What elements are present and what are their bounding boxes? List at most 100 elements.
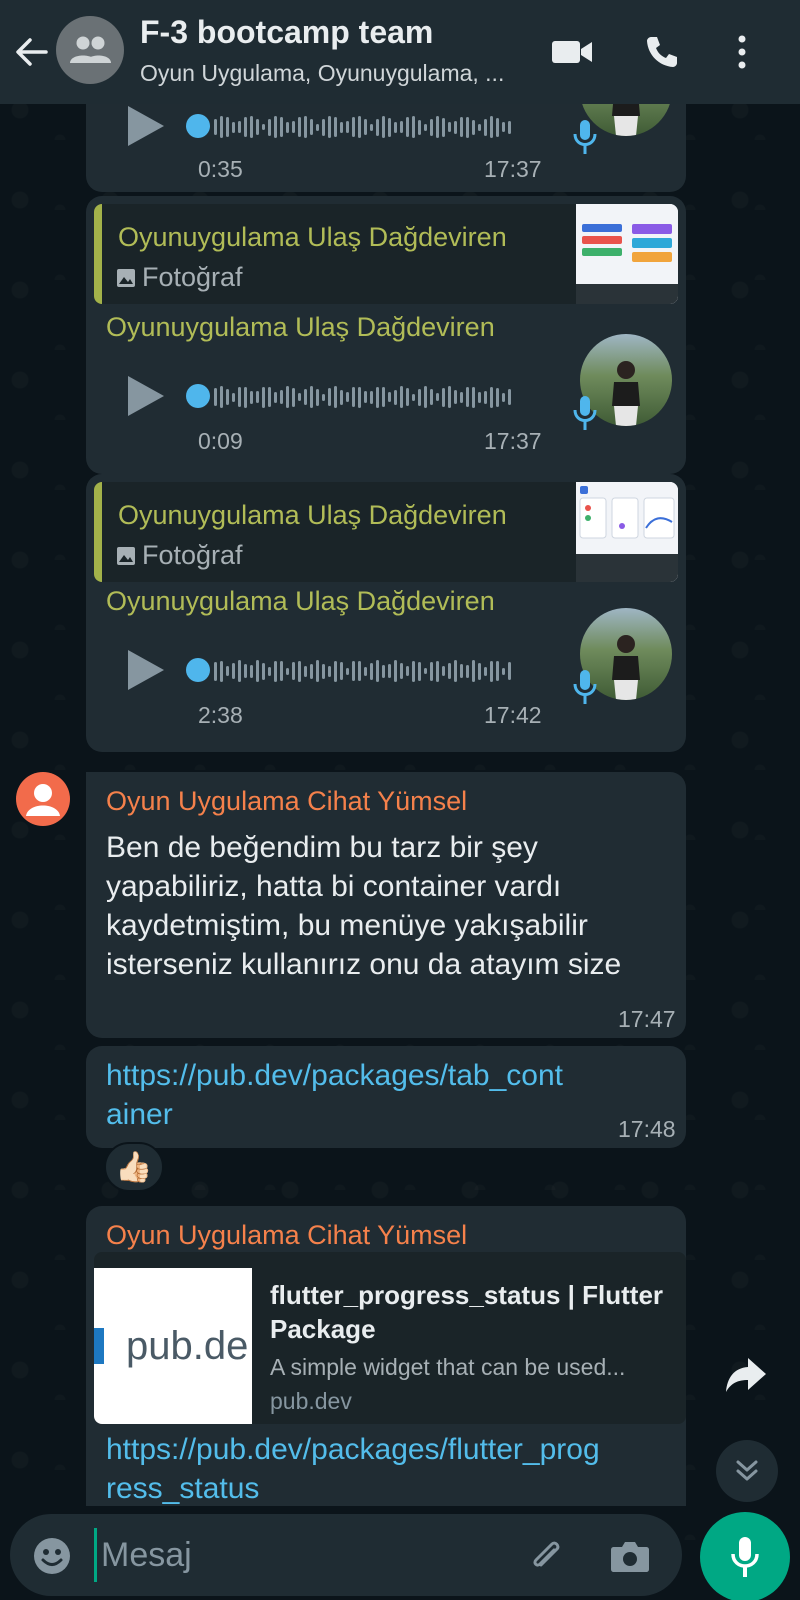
waveform-bar	[448, 386, 451, 408]
play-icon[interactable]	[126, 104, 166, 148]
waveform-bar	[364, 666, 367, 676]
waveform-bar	[382, 116, 385, 138]
waveform-bar	[298, 117, 301, 137]
text-message[interactable]: Oyun Uygulama Cihat Yümsel Ben de beğend…	[86, 772, 686, 1038]
play-icon[interactable]	[126, 648, 166, 692]
waveform-bar	[238, 121, 241, 133]
waveform-bar	[232, 392, 235, 402]
waveform-bar	[250, 390, 253, 404]
waveform-bar	[472, 119, 475, 135]
waveform-bar	[412, 116, 415, 138]
camera-icon[interactable]	[608, 1534, 652, 1578]
emoji-icon[interactable]	[30, 1534, 74, 1578]
playback-position[interactable]	[186, 114, 210, 138]
link-preview[interactable]: pub.de flutter_progress_status | Flutter…	[94, 1252, 686, 1424]
voice-message[interactable]: Oyunuygulama Ulaş Dağdeviren Fotoğraf Oy…	[86, 474, 686, 752]
waveform-bar	[346, 392, 349, 402]
quote-type-label: Fotoğraf	[142, 540, 243, 570]
waveform-bar	[322, 393, 325, 401]
sender-name[interactable]: Oyunuygulama Ulaş Dağdeviren	[106, 312, 495, 343]
group-avatar[interactable]	[56, 16, 124, 84]
phone-icon[interactable]	[640, 30, 684, 74]
waveform-bar	[244, 117, 247, 137]
waveform-bar	[406, 388, 409, 406]
waveform-bar	[370, 662, 373, 680]
quoted-message[interactable]: Oyunuygulama Ulaş Dağdeviren Fotoğraf	[94, 482, 678, 582]
waveform-bar	[286, 667, 289, 675]
waveform-bar	[358, 386, 361, 408]
message-text: Ben de beğendim bu tarz bir şey yapabili…	[106, 831, 622, 981]
voice-record-button[interactable]	[700, 1512, 790, 1600]
waveform-bar	[304, 665, 307, 677]
waveform-bar	[220, 660, 223, 682]
waveform-bar	[442, 387, 445, 407]
waveform-bar	[364, 119, 367, 135]
sender-name[interactable]: Oyunuygulama Ulaş Dağdeviren	[106, 586, 495, 617]
waveform-bar	[430, 661, 433, 681]
waveform-bar	[406, 117, 409, 137]
voice-message[interactable]: Oyunuygulama Ulaş Dağdeviren Fotoğraf Oy…	[86, 196, 686, 474]
quote-sender: Oyunuygulama Ulaş Dağdeviren	[118, 222, 507, 252]
playback-position[interactable]	[186, 384, 210, 408]
chat-title[interactable]: F-3 bootcamp team	[140, 14, 433, 51]
waveform-bar	[400, 663, 403, 679]
waveform-bar	[358, 116, 361, 138]
video-call-icon[interactable]	[550, 30, 594, 74]
message-link[interactable]: https://pub.dev/packages/tab_container	[106, 1056, 576, 1134]
quote-sender: Oyunuygulama Ulaş Dağdeviren	[118, 500, 507, 530]
waveform-bar	[502, 392, 505, 402]
quote-type: Fotoğraf	[116, 262, 243, 293]
waveform-bar	[490, 660, 493, 682]
waveform[interactable]	[214, 112, 511, 142]
waveform-bar	[304, 116, 307, 138]
waveform[interactable]	[214, 656, 511, 686]
waveform-bar	[256, 391, 259, 403]
waveform-bar	[298, 660, 301, 682]
waveform-bar	[274, 116, 277, 138]
chat-subtitle[interactable]: Oyun Uygulama, Oyunuygulama, ...	[140, 60, 504, 87]
link-message[interactable]: https://pub.dev/packages/tab_container 1…	[86, 1046, 686, 1148]
quoted-message[interactable]: Oyunuygulama Ulaş Dağdeviren Fotoğraf	[94, 204, 678, 304]
playback-position[interactable]	[186, 658, 210, 682]
waveform-bar	[496, 117, 499, 137]
waveform-bar	[412, 393, 415, 401]
quote-type: Fotoğraf	[116, 540, 243, 571]
waveform-bar	[310, 663, 313, 679]
play-icon[interactable]	[126, 374, 166, 418]
waveform-bar	[424, 668, 427, 674]
back-arrow-icon[interactable]	[12, 32, 52, 72]
mic-icon	[731, 1537, 759, 1577]
waveform-bar	[430, 389, 433, 405]
waveform-bar	[280, 661, 283, 681]
waveform-bar	[226, 117, 229, 137]
waveform-bar	[436, 660, 439, 682]
quote-type-label: Fotoğraf	[142, 262, 243, 292]
reaction-badge[interactable]: 👍🏻	[104, 1142, 164, 1192]
waveform-bar	[370, 390, 373, 404]
message-link[interactable]: https://pub.dev/packages/flutter_progres…	[106, 1430, 606, 1508]
waveform-bar	[244, 386, 247, 408]
waveform-bar	[220, 386, 223, 408]
message-time: 17:47	[618, 1006, 676, 1032]
quote-thumbnail	[576, 204, 678, 304]
waveform[interactable]	[214, 382, 511, 412]
quote-thumbnail	[576, 482, 678, 582]
waveform-bar	[394, 121, 397, 133]
waveform-bar	[220, 116, 223, 138]
mic-icon	[572, 668, 598, 706]
waveform-bar	[382, 387, 385, 407]
waveform-bar	[400, 386, 403, 408]
chat-header: F-3 bootcamp team Oyun Uygulama, Oyunuyg…	[0, 0, 800, 104]
link-preview-domain: pub.dev	[270, 1388, 352, 1414]
scroll-to-bottom-button[interactable]	[716, 1440, 778, 1502]
waveform-bar	[322, 663, 325, 679]
sender-name[interactable]: Oyun Uygulama Cihat Yümsel	[106, 1220, 467, 1251]
sender-name[interactable]: Oyun Uygulama Cihat Yümsel	[106, 786, 467, 817]
attach-icon[interactable]	[524, 1534, 568, 1578]
waveform-bar	[388, 117, 391, 137]
more-vert-icon[interactable]	[720, 30, 764, 74]
sender-avatar[interactable]	[16, 772, 70, 826]
forward-icon[interactable]	[722, 1350, 770, 1398]
message-input[interactable]	[94, 1528, 514, 1582]
waveform-bar	[490, 386, 493, 408]
